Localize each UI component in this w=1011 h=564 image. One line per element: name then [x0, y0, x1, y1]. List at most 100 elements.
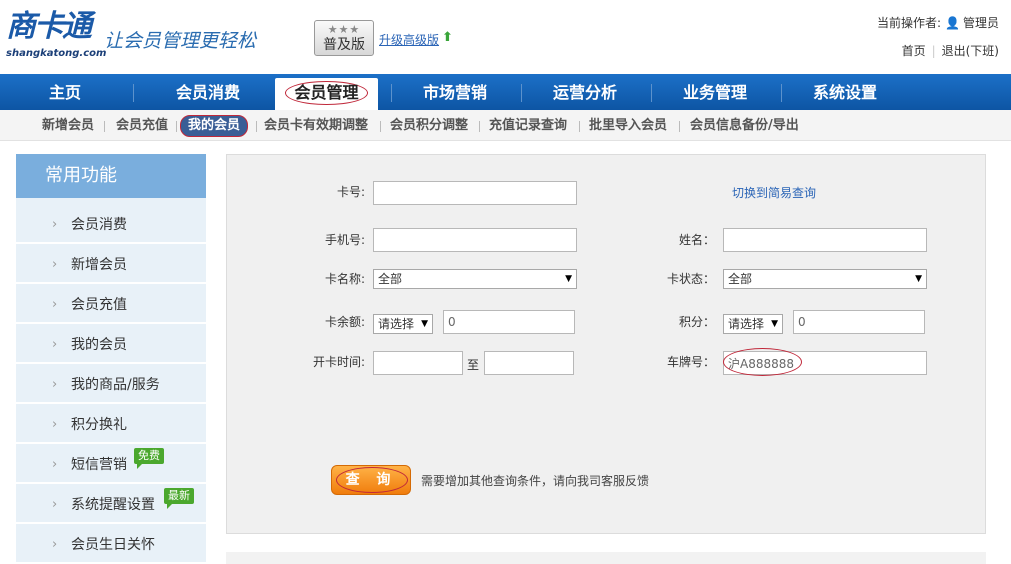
points-operator-select[interactable]: 请选择 ▼ — [723, 314, 783, 334]
sidebar-item-label: 系统提醒设置 — [71, 497, 155, 513]
sub-nav: 新增会员 会员充值 我的会员 会员卡有效期调整 会员积分调整 充值记录查询 批里… — [0, 110, 1011, 141]
sidebar-item-label: 我的商品/服务 — [71, 377, 160, 393]
card-status-label: 卡状态： — [666, 272, 715, 286]
sub-nav-my-members[interactable]: 我的会员 — [180, 110, 249, 141]
slogan: 让会员管理更轻松 — [104, 30, 257, 52]
sidebar-title: 常用功能 — [16, 154, 206, 198]
chevron-right-icon: › — [52, 457, 58, 472]
open-time-to-input[interactable] — [484, 351, 574, 375]
chevron-right-icon: › — [52, 537, 58, 552]
divider — [679, 121, 680, 132]
sidebar-item-recharge[interactable]: › 会员充值 — [16, 286, 206, 324]
sub-nav-recharge-records[interactable]: 充值记录查询 — [489, 110, 567, 141]
sub-nav-backup[interactable]: 会员信息备份/导出 — [690, 110, 799, 141]
divider — [380, 121, 381, 132]
card-status-selected: 全部 — [728, 272, 753, 286]
nav-item-consume[interactable]: 会员消费 — [143, 74, 273, 110]
plate-label: 车牌号： — [666, 355, 715, 369]
divider — [479, 121, 480, 132]
name-label: 姓名： — [678, 233, 715, 247]
home-link[interactable]: 首页 — [902, 44, 926, 58]
operator-info: 当前操作者: 👤 管理员 — [877, 14, 999, 31]
chevron-right-icon: › — [52, 377, 58, 392]
chevron-right-icon: › — [52, 217, 58, 232]
user-icon: 👤 — [945, 16, 960, 30]
nav-item-business[interactable]: 业务管理 — [660, 74, 770, 110]
date-range-to-label: 至 — [467, 358, 480, 372]
switch-simple-query-link[interactable]: 切换到简易查询 — [732, 181, 816, 205]
points-input[interactable] — [793, 310, 925, 334]
open-time-from-input[interactable] — [373, 351, 463, 375]
highlight-circle — [723, 348, 802, 376]
upgrade-link[interactable]: 升级高级版 — [379, 31, 439, 48]
divider — [781, 84, 782, 102]
logo[interactable]: 商卡通 shangkatong.com — [6, 8, 106, 64]
sub-nav-recharge[interactable]: 会员充值 — [116, 110, 168, 141]
balance-operator-selected: 请选择 — [378, 317, 415, 331]
sub-nav-import[interactable]: 批里导入会员 — [589, 110, 667, 141]
sidebar-item-my-members[interactable]: › 我的会员 — [16, 326, 206, 364]
logout-link[interactable]: 退出(下班) — [942, 44, 999, 58]
sidebar-item-birthday[interactable]: › 会员生日关怀 — [16, 526, 206, 564]
caret-down-icon: ▼ — [421, 319, 428, 329]
divider — [256, 121, 257, 132]
sub-nav-points[interactable]: 会员积分调整 — [390, 110, 468, 141]
sidebar: 常用功能 › 会员消费 › 新增会员 › 会员充值 › 我的会员 › 我的商品/… — [16, 154, 206, 564]
card-name-selected: 全部 — [378, 272, 403, 286]
query-hint: 需要增加其他查询条件，请向我司客服反馈 — [421, 474, 650, 488]
caret-down-icon: ▼ — [771, 319, 778, 329]
search-panel: 卡号: 切换到简易查询 手机号: 姓名： 卡名称: 全部 ▼ 卡状态： 全部 ▼… — [226, 154, 986, 534]
star-icon: ★★★ — [327, 23, 361, 36]
phone-input[interactable] — [373, 228, 577, 252]
chevron-right-icon: › — [52, 337, 58, 352]
sidebar-item-label: 短信营销 — [71, 457, 127, 473]
sidebar-item-reminder[interactable]: › 系统提醒设置 最新 — [16, 486, 206, 524]
nav-item-settings[interactable]: 系统设置 — [790, 74, 900, 110]
sidebar-item-add-member[interactable]: › 新增会员 — [16, 246, 206, 284]
operator-label: 当前操作者: — [876, 16, 942, 30]
nav-item-analysis[interactable]: 运营分析 — [530, 74, 640, 110]
divider — [176, 121, 177, 132]
sub-nav-label: 我的会员 — [180, 115, 249, 137]
sidebar-item-consume[interactable]: › 会员消费 — [16, 206, 206, 244]
results-panel-edge — [226, 552, 986, 564]
sub-nav-add-member[interactable]: 新增会员 — [42, 110, 94, 141]
card-name-label: 卡名称: — [324, 272, 365, 286]
query-button[interactable]: 查 询 — [331, 465, 411, 495]
card-no-input[interactable] — [373, 181, 577, 205]
balance-label: 卡余额: — [324, 315, 365, 329]
balance-input[interactable] — [443, 310, 575, 334]
chevron-right-icon: › — [52, 297, 58, 312]
logo-url: shangkatong.com — [6, 48, 107, 59]
sidebar-item-goods[interactable]: › 我的商品/服务 — [16, 366, 206, 404]
sidebar-item-label: 我的会员 — [71, 337, 127, 353]
edition-label: 普及版 — [323, 37, 365, 53]
chevron-right-icon: › — [52, 417, 58, 432]
nav-item-home[interactable]: 主页 — [10, 74, 120, 110]
divider — [651, 84, 652, 102]
divider — [391, 84, 392, 102]
sidebar-item-points-gift[interactable]: › 积分换礼 — [16, 406, 206, 444]
card-name-select[interactable]: 全部 ▼ — [373, 269, 577, 289]
points-operator-selected: 请选择 — [728, 317, 765, 331]
operator-name: 管理员 — [962, 16, 999, 30]
header: 商卡通 shangkatong.com 让会员管理更轻松 ★★★ 普及版 升级高… — [0, 0, 1011, 74]
phone-label: 手机号: — [324, 233, 365, 247]
logo-text: 商卡通 — [6, 9, 92, 44]
main-nav: 主页 会员消费 会员管理 市场营销 运营分析 业务管理 系统设置 — [0, 74, 1011, 110]
caret-down-icon: ▼ — [915, 274, 922, 284]
free-badge: 免费 — [134, 448, 164, 469]
nav-item-marketing[interactable]: 市场营销 — [400, 74, 510, 110]
sidebar-item-label: 新增会员 — [71, 257, 127, 273]
open-time-label: 开卡时间: — [312, 355, 365, 369]
nav-item-member-management[interactable]: 会员管理 — [275, 78, 378, 110]
balance-operator-select[interactable]: 请选择 ▼ — [373, 314, 433, 334]
points-label: 积分： — [678, 315, 715, 329]
edition-badge: ★★★ 普及版 — [314, 20, 374, 56]
sidebar-item-sms[interactable]: › 短信营销 免费 — [16, 446, 206, 484]
arrow-up-icon: ⬆ — [442, 30, 453, 45]
card-status-select[interactable]: 全部 ▼ — [723, 269, 927, 289]
sub-nav-validity[interactable]: 会员卡有效期调整 — [264, 110, 368, 141]
sidebar-item-label: 会员消费 — [71, 217, 127, 233]
name-input[interactable] — [723, 228, 927, 252]
